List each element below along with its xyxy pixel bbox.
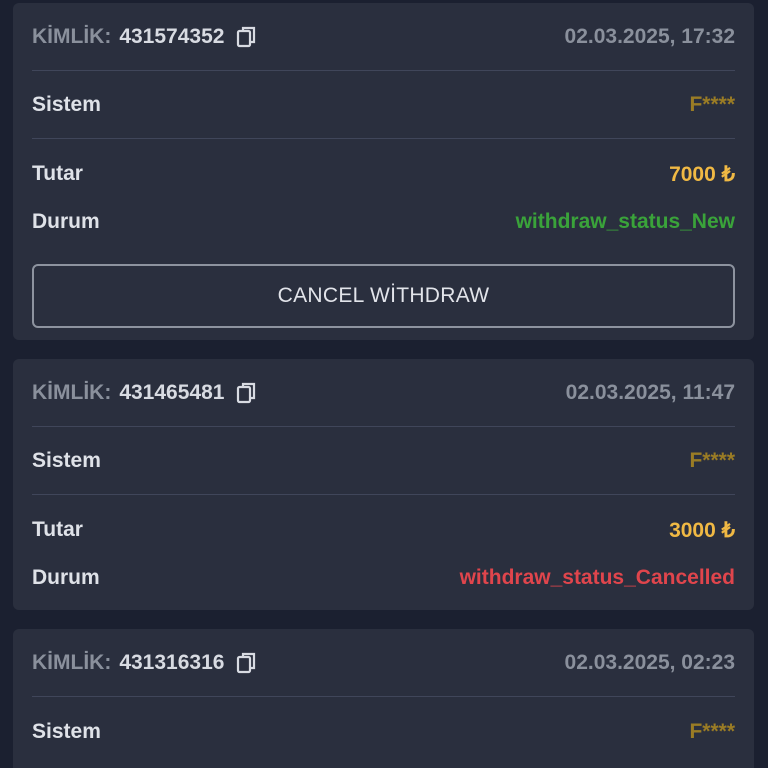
card-header: KİMLİK: 431574352 02.03.2025, 17:32 [32, 3, 735, 71]
system-value: F**** [689, 720, 735, 743]
amount-value: 7000 ₺ [669, 162, 735, 186]
id-value: 431465481 [119, 381, 225, 404]
id-label: KİMLİK: [32, 381, 112, 404]
id-group: KİMLİK: 431574352 [32, 25, 258, 49]
system-label: Sistem [32, 93, 101, 116]
copy-icon[interactable] [236, 381, 258, 405]
id-label: KİMLİK: [32, 651, 112, 674]
id-value: 431574352 [119, 25, 225, 48]
id-group: KİMLİK: 431465481 [32, 381, 258, 405]
amount-row: Tutar 3000 ₺ [32, 510, 735, 550]
id-label: KİMLİK: [32, 25, 112, 48]
system-row: Sistem F**** [32, 85, 735, 125]
card-header: KİMLİK: 431465481 02.03.2025, 11:47 [32, 359, 735, 427]
id-group: KİMLİK: 431316316 [32, 651, 258, 675]
system-row: Sistem F**** [32, 712, 735, 752]
status-value: withdraw_status_Cancelled [459, 566, 735, 589]
date-time: 02.03.2025, 11:47 [565, 381, 735, 404]
amount-label: Tutar [32, 162, 83, 185]
status-label: Durum [32, 566, 100, 589]
withdraw-card: KİMLİK: 431316316 02.03.2025, 02:23 Sist… [13, 629, 754, 768]
divider [32, 426, 735, 427]
divider [32, 70, 735, 71]
withdraw-card: KİMLİK: 431574352 02.03.2025, 17:32 Sist… [13, 3, 754, 340]
amount-label: Tutar [32, 518, 83, 541]
cancel-withdraw-button[interactable]: CANCEL WİTHDRAW [32, 264, 735, 328]
system-label: Sistem [32, 720, 101, 743]
status-label: Durum [32, 210, 100, 233]
divider [32, 138, 735, 139]
divider [32, 696, 735, 697]
status-row: Durum withdraw_status_New [32, 202, 735, 242]
system-value: F**** [689, 93, 735, 116]
system-value: F**** [689, 449, 735, 472]
id-value: 431316316 [119, 651, 225, 674]
system-row: Sistem F**** [32, 441, 735, 481]
copy-icon[interactable] [236, 651, 258, 675]
status-value: withdraw_status_New [515, 210, 735, 233]
amount-value: 3000 ₺ [669, 518, 735, 542]
copy-icon[interactable] [236, 25, 258, 49]
divider [32, 494, 735, 495]
amount-row: Tutar 7000 ₺ [32, 154, 735, 194]
date-time: 02.03.2025, 17:32 [564, 25, 735, 48]
card-header: KİMLİK: 431316316 02.03.2025, 02:23 [32, 629, 735, 697]
system-label: Sistem [32, 449, 101, 472]
status-row: Durum withdraw_status_Cancelled [32, 558, 735, 598]
withdraw-card: KİMLİK: 431465481 02.03.2025, 11:47 Sist… [13, 359, 754, 610]
date-time: 02.03.2025, 02:23 [564, 651, 735, 674]
